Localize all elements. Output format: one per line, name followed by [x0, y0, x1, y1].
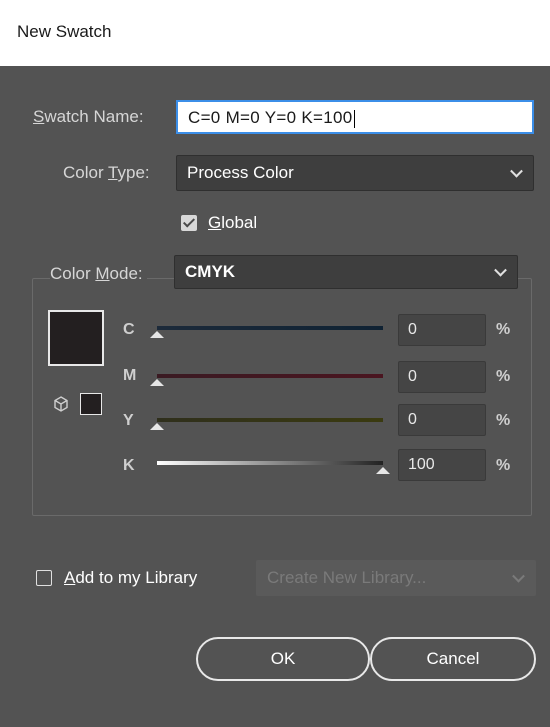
add-to-library-label: Add to my Library: [64, 568, 197, 588]
percent-label-k: %: [496, 457, 511, 474]
library-dropdown: Create New Library...: [256, 560, 536, 596]
add-to-library-mnemonic: A: [64, 568, 76, 587]
channel-label-c: C: [123, 321, 135, 338]
swatch-name-input[interactable]: C=0 M=0 Y=0 K=100: [176, 100, 534, 134]
color-mode-value: CMYK: [185, 262, 236, 281]
color-type-label-pre: Color: [63, 163, 109, 182]
library-dropdown-value: Create New Library...: [267, 568, 427, 587]
channel-value-m: 0: [408, 368, 417, 385]
slider-track-k[interactable]: [157, 461, 383, 465]
color-mode-label-pre: Color: [50, 264, 96, 283]
global-label-text: lobal: [221, 213, 258, 232]
color-mode-dropdown[interactable]: CMYK: [174, 255, 518, 289]
channel-label-m: M: [123, 367, 137, 384]
swatch-name-label-mnemonic: S: [33, 107, 45, 126]
text-caret: [353, 109, 355, 128]
cancel-button[interactable]: Cancel: [370, 637, 536, 681]
chevron-down-icon: [510, 164, 523, 178]
color-type-value: Process Color: [187, 163, 294, 182]
slider-track-c[interactable]: [157, 326, 383, 330]
channel-label-y: Y: [123, 412, 134, 429]
global-checkbox[interactable]: [181, 215, 197, 231]
channel-value-k: 100: [408, 456, 435, 473]
color-mode-label: Color Mode:: [50, 264, 147, 284]
channel-input-y[interactable]: 0: [398, 404, 486, 436]
slider-thumb-m[interactable]: [150, 379, 164, 386]
title-bar: New Swatch: [0, 0, 550, 66]
color-type-label-mnemonic: T: [108, 163, 118, 182]
channel-input-c[interactable]: 0: [398, 314, 486, 346]
swatch-name-label-text: watch Name:: [44, 107, 144, 126]
add-to-library-checkbox[interactable]: [36, 570, 52, 586]
ok-button[interactable]: OK: [196, 637, 370, 681]
color-mode-label-mnemonic: M: [95, 264, 110, 283]
chevron-down-icon: [512, 569, 525, 583]
channel-label-k: K: [123, 457, 135, 474]
chevron-down-icon: [494, 263, 507, 277]
swatch-name-value: C=0 M=0 Y=0 K=100: [188, 108, 353, 127]
global-label: Global: [208, 213, 257, 233]
slider-thumb-y[interactable]: [150, 423, 164, 430]
color-preview-swatch: [48, 310, 104, 366]
slider-thumb-k[interactable]: [376, 467, 390, 474]
percent-label-m: %: [496, 368, 511, 385]
slider-track-m[interactable]: [157, 374, 383, 378]
out-of-gamut-swatch[interactable]: [80, 393, 102, 415]
global-label-mnemonic: G: [208, 213, 222, 232]
color-type-dropdown[interactable]: Process Color: [176, 155, 534, 191]
slider-track-y[interactable]: [157, 418, 383, 422]
color-type-label-post: ype:: [117, 163, 150, 182]
percent-label-y: %: [496, 412, 511, 429]
color-mode-label-post: ode:: [109, 264, 143, 283]
ok-button-label: OK: [270, 649, 296, 668]
color-type-label: Color Type:: [63, 163, 150, 183]
cube-icon[interactable]: [53, 396, 69, 412]
channel-input-k[interactable]: 100: [398, 449, 486, 481]
cancel-button-label: Cancel: [426, 649, 480, 668]
dialog-title: New Swatch: [17, 22, 112, 41]
swatch-name-label: Swatch Name:: [33, 107, 144, 127]
channel-value-y: 0: [408, 411, 417, 428]
channel-value-c: 0: [408, 321, 417, 338]
percent-label-c: %: [496, 321, 511, 338]
slider-thumb-c[interactable]: [150, 331, 164, 338]
channel-input-m[interactable]: 0: [398, 361, 486, 393]
add-to-library-text: dd to my Library: [75, 568, 198, 587]
